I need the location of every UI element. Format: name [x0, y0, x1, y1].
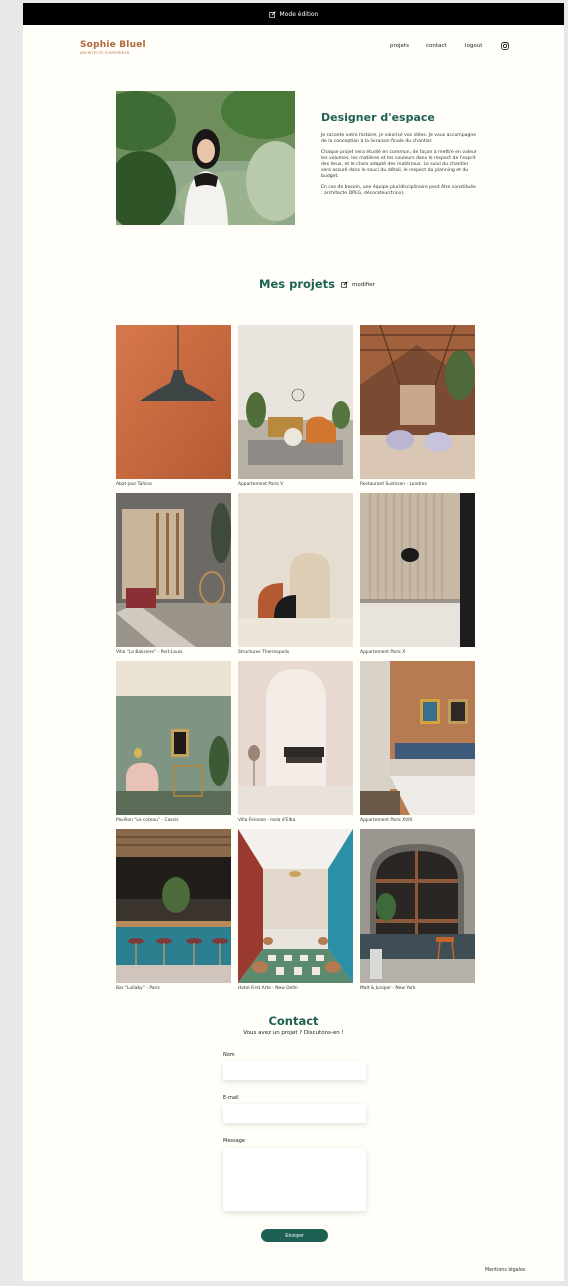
project-image-kitchen	[360, 493, 475, 647]
send-button[interactable]: Envoyer	[261, 1229, 328, 1242]
nav-contact-link[interactable]: contact	[426, 43, 447, 49]
modify-projects-button[interactable]: modifier	[341, 281, 375, 288]
name-label: Nom	[223, 1052, 235, 1058]
intro-title: Designer d'espace	[321, 111, 435, 124]
projects-title: Mes projets	[259, 277, 335, 291]
intro-paragraph-3: En cas de besoin, une équipe pluridiscip…	[321, 185, 476, 196]
project-card[interactable]: Villa Ferneze - Isola d'Elba	[238, 661, 353, 823]
edit-icon	[341, 281, 348, 288]
instagram-icon[interactable]	[501, 42, 509, 50]
brand-name: Sophie Bluel	[80, 40, 146, 50]
project-image-restaurant	[360, 325, 475, 479]
edit-mode-bar[interactable]: Mode édition	[23, 3, 564, 25]
project-caption: Appartement Paris X	[360, 650, 406, 655]
project-caption: Villa “La Balisiere” - Port-Louis	[116, 650, 183, 655]
intro-section: Designer d'espace Je raconte votre histo…	[321, 111, 477, 202]
project-card[interactable]: Restaurant Sushisen - Londres	[360, 325, 475, 487]
project-image-lamp	[116, 325, 231, 479]
project-image-malt-juniper	[360, 829, 475, 983]
project-card[interactable]: Appartement Paris X	[360, 493, 475, 655]
project-card[interactable]: Bar “Lullaby” - Paris	[116, 829, 231, 991]
project-caption: Hotel First Arte - New Delhi	[238, 986, 298, 991]
project-caption: Appartement Paris V	[238, 482, 284, 487]
project-card[interactable]: Pavillon “Le coteau” - Cassis	[116, 661, 231, 823]
intro-paragraph-1: Je raconte votre histoire, je valorise v…	[321, 133, 477, 144]
project-image-villa-ferneze	[238, 661, 353, 815]
message-field[interactable]	[223, 1148, 366, 1211]
project-card[interactable]: Villa “La Balisiere” - Port-Louis	[116, 493, 231, 655]
legal-notice-link[interactable]: Mentions légales	[485, 1268, 525, 1273]
project-caption: Appartement Paris XVIII	[360, 818, 413, 823]
project-image-pavillon	[116, 661, 231, 815]
project-caption: Malt & Juniper - New York	[360, 986, 416, 991]
project-card[interactable]: Hotel First Arte - New Delhi	[238, 829, 353, 991]
project-card[interactable]: Appartement Paris V	[238, 325, 353, 487]
edit-icon	[268, 10, 276, 18]
contact-title: Contact	[268, 1014, 319, 1028]
project-caption: Restaurant Sushisen - Londres	[360, 482, 427, 487]
page: Mode édition Sophie Bluel ARCHITECTE D'I…	[23, 3, 564, 1281]
project-caption: Bar “Lullaby” - Paris	[116, 986, 160, 991]
project-image-bar	[116, 829, 231, 983]
hero-portrait-image	[116, 91, 295, 225]
project-caption: Pavillon “Le coteau” - Cassis	[116, 818, 179, 823]
email-label: E-mail	[223, 1095, 239, 1101]
project-card[interactable]: Structures Thermopolis	[238, 493, 353, 655]
message-label: Message	[223, 1138, 245, 1144]
brand-subtitle: ARCHITECTE D'INTERIEUR	[80, 51, 130, 55]
email-field[interactable]	[223, 1104, 366, 1123]
nav-logout-link[interactable]: logout	[465, 43, 482, 49]
project-image-bedroom	[360, 661, 475, 815]
project-card[interactable]: Abat-jour Tahina	[116, 325, 231, 487]
project-caption: Villa Ferneze - Isola d'Elba	[238, 818, 296, 823]
modify-label: modifier	[352, 281, 375, 288]
intro-paragraph-2: Chaque projet sera étudié en commun, de …	[321, 150, 477, 179]
brand-logo[interactable]: Sophie Bluel ARCHITECTE D'INTERIEUR	[80, 40, 146, 55]
contact-subtitle: Vous avez un projet ? Discutons-en !	[243, 1030, 344, 1036]
project-image-living-room	[238, 325, 353, 479]
edit-mode-label: Mode édition	[279, 10, 319, 18]
project-image-hotel	[238, 829, 353, 983]
project-card[interactable]: Malt & Juniper - New York	[360, 829, 475, 991]
project-card[interactable]: Appartement Paris XVIII	[360, 661, 475, 823]
project-caption: Abat-jour Tahina	[116, 482, 152, 487]
nav-projects-link[interactable]: projets	[390, 43, 409, 49]
project-caption: Structures Thermopolis	[238, 650, 290, 655]
project-image-villa	[116, 493, 231, 647]
project-image-structures	[238, 493, 353, 647]
name-field[interactable]	[223, 1061, 366, 1080]
